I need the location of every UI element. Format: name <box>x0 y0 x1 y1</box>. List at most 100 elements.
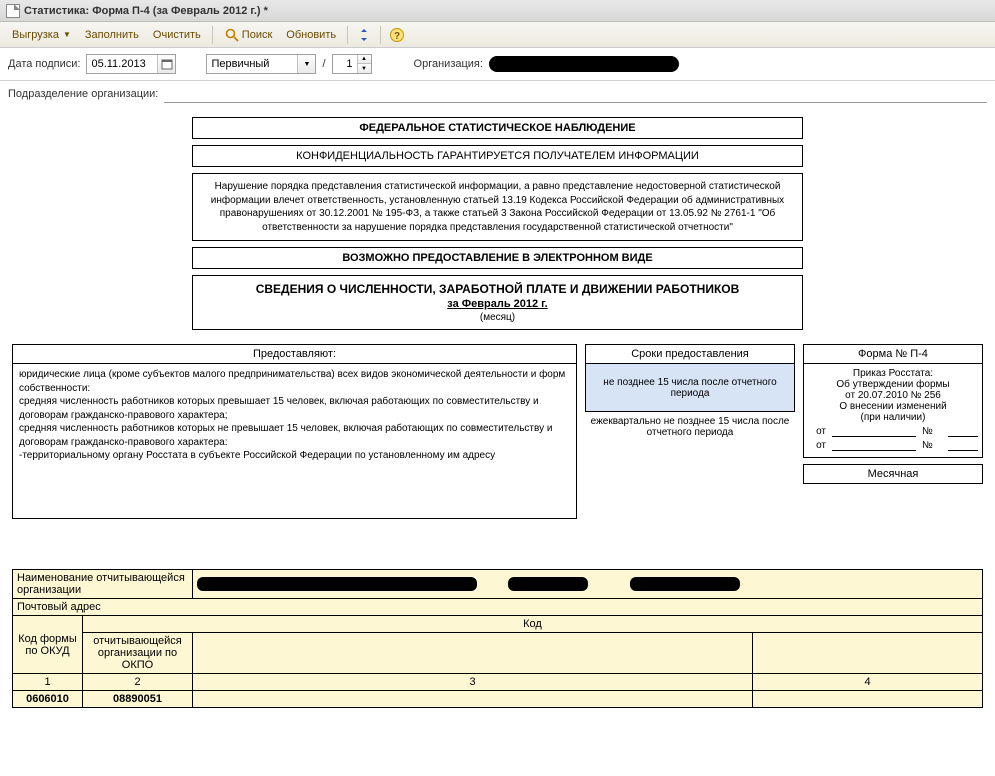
postal-label: Почтовый адрес <box>13 599 983 616</box>
redacted-org2 <box>508 577 588 591</box>
monthly-box: Месячная <box>803 464 983 484</box>
form-column: Форма № П-4 Приказ Росстата: Об утвержде… <box>803 344 983 484</box>
present-header: Предоставляют: <box>12 344 577 364</box>
redacted-org <box>197 577 477 591</box>
okud-header: Код формы по ОКУД <box>13 616 83 674</box>
table-row: 0606010 08890051 <box>13 691 983 708</box>
date-field-wrap <box>86 54 176 74</box>
number-field-wrap: ▲ ▼ <box>332 54 372 74</box>
separator <box>347 26 348 44</box>
col4-empty <box>753 633 983 674</box>
deadline-quarterly: ежеквартально не позднее 15 числа после … <box>585 412 795 442</box>
form-line3: от 20.07.2010 № 256 <box>808 390 978 401</box>
form-line2: Об утверждении формы <box>808 379 978 390</box>
present-column: Предоставляют: юридические лица (кроме с… <box>12 344 577 519</box>
fill-button[interactable]: Заполнить <box>79 26 145 44</box>
title-line3: (месяц) <box>199 312 796 323</box>
org-name-label: Наименование отчитывающейся организации <box>13 570 193 599</box>
spinner-up[interactable]: ▲ <box>357 55 371 64</box>
document-area: ФЕДЕРАЛЬНОЕ СТАТИСТИЧЕСКОЕ НАБЛЮДЕНИЕ КО… <box>0 107 995 708</box>
no-line-2 <box>948 439 978 451</box>
three-column-section: Предоставляют: юридические лица (кроме с… <box>12 344 983 519</box>
deadline-header: Сроки предоставления <box>585 344 795 364</box>
present-body: юридические лица (кроме субъектов малого… <box>12 364 577 519</box>
org-name-value <box>193 570 983 599</box>
separator <box>380 26 381 44</box>
redacted-org3 <box>630 577 740 591</box>
type-input[interactable] <box>207 55 297 73</box>
from-row-2: от № <box>808 439 978 451</box>
main-toolbar: Выгрузка ▼ Заполнить Очистить Поиск Обно… <box>0 22 995 48</box>
org-label: Организация: <box>414 58 483 70</box>
from-label: от <box>808 426 826 437</box>
no-label-2: № <box>922 440 942 451</box>
bottom-table: Наименование отчитывающейся организации … <box>12 569 983 708</box>
law-text-box: Нарушение порядка представления статисти… <box>192 173 803 241</box>
number-spinner: ▲ ▼ <box>357 55 371 73</box>
date-label: Дата подписи: <box>8 58 80 70</box>
window-title: Статистика: Форма П-4 (за Февраль 2012 г… <box>24 5 268 17</box>
num-1: 1 <box>13 674 83 691</box>
from-row-1: от № <box>808 425 978 437</box>
clear-label: Очистить <box>153 29 201 41</box>
spinner-down[interactable]: ▼ <box>357 64 371 73</box>
val-3 <box>193 691 753 708</box>
table-row: Наименование отчитывающейся организации <box>13 570 983 599</box>
confidentiality-box: КОНФИДЕНЦИАЛЬНОСТЬ ГАРАНТИРУЕТСЯ ПОЛУЧАТ… <box>192 145 803 167</box>
no-line <box>948 425 978 437</box>
org-value-redacted <box>489 56 679 72</box>
table-row: Почтовый адрес <box>13 599 983 616</box>
form-line1: Приказ Росстата: <box>808 368 978 379</box>
unload-label: Выгрузка <box>12 29 59 41</box>
dropdown-icon: ▼ <box>63 30 71 39</box>
help-icon: ? <box>389 27 405 43</box>
table-row: 1 2 3 4 <box>13 674 983 691</box>
subdiv-input[interactable] <box>164 85 987 103</box>
number-input[interactable] <box>333 55 357 73</box>
type-field-wrap: ▼ <box>206 54 316 74</box>
title-line1: СВЕДЕНИЯ О ЧИСЛЕННОСТИ, ЗАРАБОТНОЙ ПЛАТЕ… <box>199 282 796 296</box>
date-input[interactable] <box>87 55 157 73</box>
no-label: № <box>922 426 942 437</box>
unload-button[interactable]: Выгрузка ▼ <box>6 26 77 44</box>
title-box: СВЕДЕНИЯ О ЧИСЛЕННОСТИ, ЗАРАБОТНОЙ ПЛАТЕ… <box>192 275 803 330</box>
code-header: Код <box>83 616 983 633</box>
search-button[interactable]: Поиск <box>218 24 278 46</box>
val-okud: 0606010 <box>13 691 83 708</box>
slash-label: / <box>322 58 325 70</box>
search-label: Поиск <box>242 29 272 41</box>
deadline-highlight: не позднее 15 числа после отчетного пери… <box>585 364 795 412</box>
type-dropdown-button[interactable]: ▼ <box>297 55 315 73</box>
subdiv-label: Подразделение организации: <box>8 88 158 100</box>
form-info-box: Форма № П-4 Приказ Росстата: Об утвержде… <box>803 344 983 458</box>
refresh-button[interactable]: Обновить <box>280 26 342 44</box>
fill-label: Заполнить <box>85 29 139 41</box>
window-titlebar: Статистика: Форма П-4 (за Февраль 2012 г… <box>0 0 995 22</box>
chevron-down-icon: ▼ <box>304 61 311 68</box>
refresh-label: Обновить <box>286 29 336 41</box>
search-icon <box>224 27 240 43</box>
num-3: 3 <box>193 674 753 691</box>
expand-button[interactable] <box>353 24 375 46</box>
form-line4: О внесении изменений <box>808 401 978 412</box>
deadline-column: Сроки предоставления не позднее 15 числа… <box>585 344 795 442</box>
subdiv-row: Подразделение организации: <box>0 80 995 107</box>
separator <box>212 26 213 44</box>
fed-observation-box: ФЕДЕРАЛЬНОЕ СТАТИСТИЧЕСКОЕ НАБЛЮДЕНИЕ <box>192 117 803 139</box>
num-2: 2 <box>83 674 193 691</box>
val-4 <box>753 691 983 708</box>
title-line2: за Февраль 2012 г. <box>199 298 796 310</box>
val-okpo: 08890051 <box>83 691 193 708</box>
calendar-button[interactable] <box>157 55 175 73</box>
help-button[interactable]: ? <box>386 24 408 46</box>
expand-icon <box>356 27 372 43</box>
from-label-2: от <box>808 440 826 451</box>
from-line <box>832 425 916 437</box>
table-row: отчитывающейся организации по ОКПО <box>13 633 983 674</box>
num-4: 4 <box>753 674 983 691</box>
calendar-icon <box>161 58 173 70</box>
svg-text:?: ? <box>394 31 400 42</box>
table-row: Код формы по ОКУД Код <box>13 616 983 633</box>
form-line5: (при наличии) <box>808 412 978 423</box>
clear-button[interactable]: Очистить <box>147 26 207 44</box>
